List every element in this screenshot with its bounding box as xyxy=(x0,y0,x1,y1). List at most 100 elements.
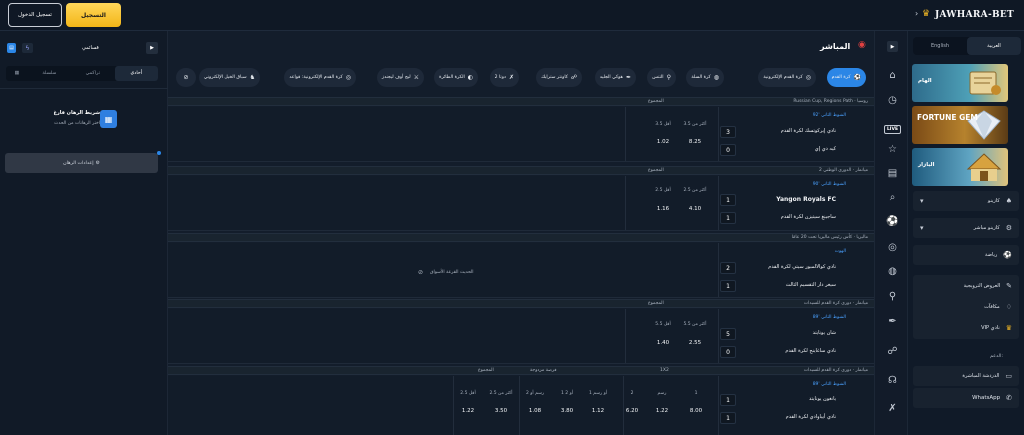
history-icon[interactable]: ◷ xyxy=(886,94,899,107)
chip-cyber-football[interactable]: كرة القدم الإلكترونية ◎ xyxy=(758,68,816,87)
collapse-icon[interactable]: ▶ xyxy=(887,41,898,52)
bet-tab-series[interactable]: سلسلة xyxy=(28,66,71,81)
odd-header: أقل 2.5 xyxy=(460,391,476,396)
tennis-icon[interactable]: ⚲ xyxy=(886,290,899,303)
event-row[interactable]: الهوت نادي كوالالمبور سيتي لكرة القدم سي… xyxy=(168,243,874,298)
promo-card-bazaar[interactable]: البازار xyxy=(912,148,1008,186)
star-icon[interactable]: ☆ xyxy=(886,143,899,156)
event-row[interactable]: 89' الشوط الثاني يانغون يونايتد نادي أيي… xyxy=(168,376,874,435)
cyber-football-icon[interactable]: ◎ xyxy=(886,241,899,254)
chip-ice-hockey[interactable]: هوكي الجليد ✒ xyxy=(594,68,636,87)
team-away[interactable]: كيه دي إي xyxy=(815,146,836,152)
event-row[interactable]: 92' الشوط الثاني نادي إيركوتسك لكرة القد… xyxy=(168,107,874,162)
chip-label: كرة السلة xyxy=(691,75,711,80)
dota-icon[interactable]: ✗ xyxy=(886,402,899,415)
chip-label: كرة القدم الإلكترونية xyxy=(763,75,803,80)
chip-basketball[interactable]: كرة السلة ◍ xyxy=(686,68,724,87)
promo-label: الهام xyxy=(918,78,932,84)
bet-tab-settings[interactable]: ▦ xyxy=(6,66,28,81)
chip-football[interactable]: كرة القدم ⚽ xyxy=(826,68,866,87)
cyber-football-icon: ◎ xyxy=(345,74,351,81)
betslip-code-icon[interactable]: ▤ xyxy=(7,43,16,53)
odd-header: 1 أو 2 xyxy=(560,391,574,396)
odd-value[interactable]: 1.12 xyxy=(583,408,613,414)
sidebar-item-bonuses[interactable]: مكافآت ♢ xyxy=(913,297,1019,317)
basketball-icon[interactable]: ◍ xyxy=(886,265,899,278)
football-icon[interactable]: ⚽ xyxy=(886,215,899,228)
league-name: ميانمار · الدوري الوطني 2 xyxy=(818,168,868,173)
lang-tab-english[interactable]: English xyxy=(913,37,967,55)
odd-value[interactable]: 3.80 xyxy=(552,408,582,414)
odd-value[interactable]: 1.08 xyxy=(520,408,550,414)
live-icon[interactable]: LIVE xyxy=(884,125,901,134)
site-logo[interactable]: JAWHARA-BET xyxy=(935,10,1014,20)
lightning-icon[interactable]: ϟ xyxy=(22,43,33,53)
login-button[interactable]: تسجيل الدخول xyxy=(8,3,62,27)
team-away[interactable]: سيغر دار التقسيم الثالث xyxy=(786,282,836,288)
home-icon[interactable]: ⌂ xyxy=(886,69,899,82)
odd-header: أكثر من 3.5 xyxy=(683,122,707,127)
team-home[interactable]: نادي إيركوتسك لكرة القدم xyxy=(781,128,836,134)
team-away[interactable]: ساجينغ سيتيزن لكرة القدم xyxy=(781,214,836,220)
team-away[interactable]: نادي أيياوادي لكرة القدم xyxy=(786,414,836,420)
chevron-right-icon[interactable]: › xyxy=(915,9,918,18)
odd-value[interactable]: 1.16 xyxy=(648,206,678,212)
odd-value[interactable]: 3.50 xyxy=(486,408,516,414)
promo-label: FORTUNE GEM xyxy=(917,113,978,122)
sidebar-item-promotions[interactable]: العروض الترويجية ✎ xyxy=(913,276,1019,296)
odd-value[interactable]: 1.02 xyxy=(648,139,678,145)
bet-tab-single[interactable]: أحادي xyxy=(114,66,158,81)
sidebar-item-live-casino[interactable]: ▾ كازينو مباشر ⚙ xyxy=(913,218,1019,238)
odd-value[interactable]: 1.40 xyxy=(648,340,678,346)
match-time: 89' الشوط الثاني xyxy=(812,382,846,387)
chip-more[interactable]: ⊘ xyxy=(176,68,196,87)
grid-icon: ▦ xyxy=(14,71,20,76)
scroll-map-icon xyxy=(969,71,1001,95)
team-home[interactable]: شان يونايتد xyxy=(813,330,836,336)
lang-tab-arabic[interactable]: العربية xyxy=(967,37,1021,55)
gear-icon: ⚙ xyxy=(95,160,100,166)
odd-value[interactable]: 1.22 xyxy=(453,408,483,414)
event-row[interactable]: 89' الشوط الثاني شان يونايتد نادي ساغاين… xyxy=(168,309,874,364)
search-icon[interactable]: ⌕ xyxy=(886,191,899,204)
betslip-collapse-icon[interactable]: ▶ xyxy=(146,42,158,54)
chip-tennis[interactable]: التنس ⚲ xyxy=(647,68,676,87)
odd-value[interactable]: 4.10 xyxy=(680,206,710,212)
score-home: 3 xyxy=(720,126,736,138)
team-home[interactable]: نادي كوالالمبور سيتي لكرة القدم xyxy=(768,264,836,270)
sidebar-item-vip[interactable]: VIP نادي ♛ xyxy=(913,318,1019,338)
team-home[interactable]: يانغون يونايتد xyxy=(809,396,836,402)
promo-card-ilham[interactable]: الهام xyxy=(912,64,1008,102)
chip-cyber-horse-racing[interactable]: سباق الخيل الإلكتروني ♞ xyxy=(198,68,260,87)
market-name: المجموع xyxy=(478,368,494,373)
promo-card-fortune-gem[interactable]: FORTUNE GEM xyxy=(912,106,1008,144)
chip-lol[interactable]: ليج أوف ليجندز ⚔ xyxy=(376,68,424,87)
team-away[interactable]: نادي ساغاينج لكرة القدم xyxy=(785,348,836,354)
score-away: 1 xyxy=(720,280,736,292)
chip-counter-strike[interactable]: كاونتر سترايك ☍ xyxy=(536,68,582,87)
basketball-icon: ◍ xyxy=(713,74,719,81)
score-away: 1 xyxy=(720,212,736,224)
sidebar-item-casino[interactable]: ▾ كازينو ♠ xyxy=(913,191,1019,211)
bet-tab-accumulator[interactable]: تراكمي xyxy=(71,66,114,81)
team-home[interactable]: Yangon Royals FC xyxy=(776,196,836,203)
odd-value[interactable]: 8.00 xyxy=(681,408,711,414)
bets-history-icon[interactable]: ▤ xyxy=(886,167,899,180)
chip-cyber-football-rules[interactable]: كرة القدم الإلكترونية: قواعد ◎ xyxy=(284,68,356,87)
headset-icon[interactable]: ☊ xyxy=(886,374,899,387)
odd-value[interactable]: 1.22 xyxy=(647,408,677,414)
sidebar-item-label: رياضة xyxy=(985,252,998,258)
counter-strike-icon[interactable]: ☍ xyxy=(886,345,899,358)
chip-volleyball[interactable]: الكرة الطائرة ◐ xyxy=(434,68,478,87)
odd-value[interactable]: 2.55 xyxy=(680,340,710,346)
hockey-icon[interactable]: ✒ xyxy=(886,315,899,328)
register-button[interactable]: التسجيل xyxy=(66,3,121,27)
whatsapp-button[interactable]: WhatsApp ✆ xyxy=(913,388,1019,408)
bet-settings-button[interactable]: إعدادات الرهان ⚙ xyxy=(5,153,158,173)
odd-value[interactable]: 8.25 xyxy=(680,139,710,145)
odd-value[interactable]: 6.20 xyxy=(617,408,647,414)
sidebar-item-sports[interactable]: رياضة ⚽ xyxy=(913,245,1019,265)
event-row[interactable]: 90' الشوط الثاني Yangon Royals FC ساجينغ… xyxy=(168,176,874,231)
live-chat-button[interactable]: الدردشة المباشرة ▭ xyxy=(913,366,1019,386)
chip-dota2[interactable]: دوتا 2 ✗ xyxy=(489,68,519,87)
